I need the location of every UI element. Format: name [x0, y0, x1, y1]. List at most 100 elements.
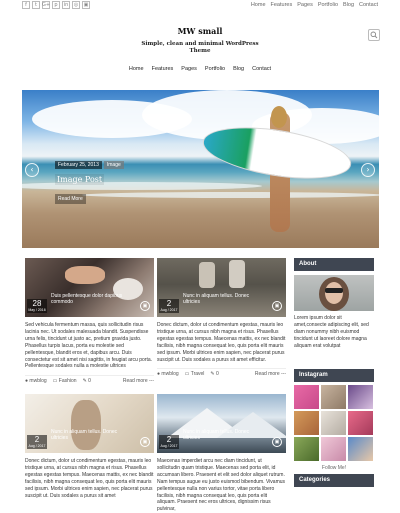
post-thumbnail[interactable]: 2 Aug / 2017 Nunc in aliquam tellus. Don… [157, 258, 286, 317]
post-author-name: mwblog [161, 371, 179, 378]
slide-tag[interactable]: Image [103, 161, 124, 169]
post-category-name: Fashion [58, 378, 77, 385]
post-card: 2 Aug / 2017 Nunc in aliquam tellus. Don… [157, 258, 286, 377]
post-overlay-title[interactable]: Nunc in aliquam tellus. Donec ultricies [51, 429, 131, 441]
post-comment-count: 0 [88, 378, 91, 385]
about-widget-title: About [294, 258, 374, 271]
nav-home[interactable]: Home [129, 66, 144, 72]
search-icon [370, 31, 378, 39]
post-date-badge: 2 Aug / 2017 [159, 299, 179, 313]
post-day: 28 [32, 299, 42, 308]
post-category[interactable]: ▭ Fashion [53, 378, 77, 384]
post-thumbnail[interactable]: 2 Aug / 2017 Nunc in aliquam tellus. Don… [25, 394, 154, 453]
slide-read-more-button[interactable]: Read More [55, 194, 86, 204]
image-format-icon: ▣ [272, 301, 282, 311]
post-comments[interactable]: ✎ 0 [210, 371, 218, 377]
post-excerpt: Sed vehicula fermentum massa, quis solli… [25, 322, 153, 370]
post-overlay-title[interactable]: Nunc in aliquam tellus. Donec ultricies [183, 293, 263, 305]
instagram-photo[interactable] [294, 410, 319, 435]
post-excerpt: Donec dictum, dolor ut condimentum egest… [25, 458, 154, 499]
post-excerpt: Donec dictum, dolor ut condimentum egest… [157, 322, 286, 363]
slide-meta: February 25, 2013 Image [55, 161, 124, 169]
user-icon: ● [157, 371, 161, 378]
nav-portfolio[interactable]: Portfolio [205, 66, 225, 72]
instagram-photo[interactable] [294, 384, 319, 409]
slider-prev-button[interactable]: ‹ [25, 163, 39, 177]
flickr-icon[interactable]: ▣ [82, 1, 90, 9]
post-author-name: mwblog [29, 378, 47, 385]
instagram-widget-title: Instagram [294, 368, 374, 382]
post-card: 28 May / 2016 Duis pellentesque dolor da… [25, 258, 154, 384]
instagram-photo[interactable] [294, 436, 319, 461]
instagram-follow-link[interactable]: Follow Me! [294, 465, 374, 471]
top-nav-contact[interactable]: Contact [359, 2, 378, 8]
thumb-hands [65, 266, 105, 284]
post-date-badge: 28 May / 2016 [27, 299, 47, 313]
read-more-link[interactable]: Read more --- [255, 371, 286, 377]
post-excerpt: Maecenas imperdiet arcu nec diam tincidu… [157, 458, 286, 513]
slider-next-button[interactable]: › [361, 163, 375, 177]
post-date-badge: 2 Aug / 2017 [159, 435, 179, 449]
instagram-grid [294, 384, 374, 461]
instagram-photo[interactable] [321, 410, 346, 435]
folder-icon: ▭ [52, 378, 58, 385]
post-overlay-title[interactable]: Nunc in aliquam tellus. Donec ultricies [183, 429, 263, 441]
top-nav-features[interactable]: Features [271, 2, 293, 8]
instagram-photo[interactable] [321, 384, 346, 409]
post-month-year: Aug / 2017 [28, 444, 46, 448]
instagram-photo[interactable] [348, 410, 373, 435]
site-tagline: Simple, clean and minimal WordPress Them… [141, 41, 259, 54]
post-month-year: Aug / 2017 [160, 444, 178, 448]
instagram-photo[interactable] [321, 436, 346, 461]
site-title[interactable]: MW small [0, 26, 400, 36]
google-plus-icon[interactable]: G+ [42, 1, 50, 9]
chevron-left-icon: ‹ [30, 165, 34, 174]
chevron-right-icon: › [366, 165, 370, 174]
top-nav-home[interactable]: Home [251, 2, 266, 8]
nav-contact[interactable]: Contact [252, 66, 271, 72]
instagram-photo[interactable] [348, 384, 373, 409]
post-month-year: May / 2016 [28, 308, 46, 312]
post-meta: ● mwblog ▭ Travel ✎ 0 Read more --- [157, 368, 286, 377]
post-category[interactable]: ▭ Travel [185, 371, 205, 377]
nav-pages[interactable]: Pages [181, 66, 197, 72]
instagram-icon[interactable]: ◎ [72, 1, 80, 9]
post-author[interactable]: ● mwblog [25, 378, 47, 384]
post-overlay-title[interactable]: Duis pellentesque dolor dapibus commodo [51, 293, 131, 305]
image-format-icon: ▣ [140, 437, 150, 447]
sidebar: About Lorem ipsum dolor sit amet,consect… [294, 258, 374, 487]
categories-widget-title: Categories [294, 473, 374, 487]
post-category-name: Travel [190, 371, 205, 378]
top-nav-pages[interactable]: Pages [297, 2, 313, 8]
twitter-icon[interactable]: t [32, 1, 40, 9]
slide-title[interactable]: Image Post [55, 174, 105, 185]
post-day: 2 [166, 299, 172, 308]
slide-image-wave [82, 192, 379, 198]
slide-date: February 25, 2013 [55, 161, 102, 169]
about-image [294, 275, 374, 311]
thumb-boot [229, 260, 245, 288]
post-card: 2 Aug / 2017 Nunc in aliquam tellus. Don… [25, 394, 154, 499]
post-author[interactable]: ● mwblog [157, 371, 179, 377]
pinterest-icon[interactable]: p [52, 1, 60, 9]
post-comments[interactable]: ✎ 0 [83, 378, 91, 384]
post-thumbnail[interactable]: 28 May / 2016 Duis pellentesque dolor da… [25, 258, 154, 317]
top-nav: Home Features Pages Portfolio Blog Conta… [251, 2, 378, 8]
read-more-link[interactable]: Read more --- [123, 378, 154, 384]
top-nav-blog[interactable]: Blog [343, 2, 354, 8]
post-meta: ● mwblog ▭ Fashion ✎ 0 Read more --- [25, 375, 154, 384]
search-button[interactable] [368, 29, 380, 41]
instagram-photo[interactable] [348, 436, 373, 461]
linkedin-icon[interactable]: in [62, 1, 70, 9]
top-nav-portfolio[interactable]: Portfolio [318, 2, 338, 8]
post-thumbnail[interactable]: 2 Aug / 2017 Nunc in aliquam tellus. Don… [157, 394, 286, 453]
facebook-icon[interactable]: f [22, 1, 30, 9]
post-day: 2 [34, 435, 40, 444]
about-image-sunglasses [325, 288, 343, 293]
nav-features[interactable]: Features [152, 66, 174, 72]
post-card: 2 Aug / 2017 Nunc in aliquam tellus. Don… [157, 394, 286, 513]
nav-blog[interactable]: Blog [233, 66, 244, 72]
top-bar: f t G+ p in ◎ ▣ Home Features Pages Port… [0, 0, 400, 12]
folder-icon: ▭ [184, 371, 190, 378]
main-nav: Home Features Pages Portfolio Blog Conta… [0, 66, 400, 72]
